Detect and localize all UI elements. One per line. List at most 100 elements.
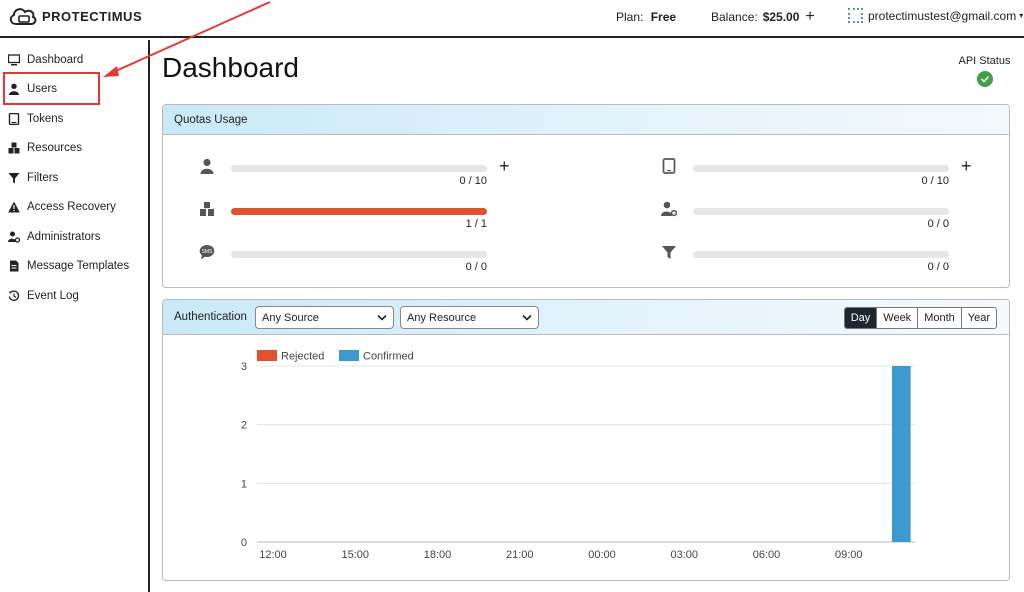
plan-label: Plan: bbox=[616, 10, 644, 24]
legend-label-confirmed: Confirmed bbox=[363, 351, 414, 363]
x-tick-label: 12:00 bbox=[259, 549, 287, 561]
sidebar-item-label: Tokens bbox=[27, 112, 64, 125]
avatar bbox=[848, 8, 863, 23]
y-tick-label: 3 bbox=[241, 361, 247, 373]
quota-tokens: 0 / 10 + bbox=[661, 156, 981, 190]
user-icon bbox=[200, 158, 214, 174]
x-tick-label: 03:00 bbox=[670, 549, 698, 561]
warning-icon bbox=[8, 201, 20, 213]
caret-down-icon: ▾ bbox=[1019, 11, 1024, 20]
sidebar-item-filters[interactable]: Filters bbox=[0, 163, 148, 193]
sidebar: Dashboard Users Tokens Resources Filters… bbox=[0, 40, 150, 592]
user-gear-icon bbox=[661, 201, 677, 217]
sidebar-item-event-log[interactable]: Event Log bbox=[0, 281, 148, 311]
resource-select-value: Any Resource bbox=[407, 311, 477, 324]
quotas-panel-title: Quotas Usage bbox=[174, 113, 248, 126]
quota-value: 1 / 1 bbox=[465, 218, 487, 230]
account-email: protectimustest@gmail.com bbox=[868, 8, 1017, 23]
cubes-icon bbox=[8, 142, 20, 154]
filter-icon bbox=[662, 246, 676, 259]
add-balance-button[interactable]: + bbox=[805, 9, 814, 25]
cloud-lock-logo-icon bbox=[9, 8, 37, 25]
x-tick-label: 09:00 bbox=[835, 549, 863, 561]
plan-indicator: Plan: Free bbox=[616, 10, 676, 24]
bar-confirmed bbox=[891, 366, 911, 542]
page-title: Dashboard bbox=[162, 52, 299, 83]
quota-value: 0 / 0 bbox=[465, 261, 487, 273]
quota-resources: 1 / 1 bbox=[199, 202, 519, 233]
period-week-button[interactable]: Week bbox=[876, 308, 918, 328]
chevron-down-icon bbox=[522, 314, 532, 321]
sidebar-item-label: Event Log bbox=[27, 289, 79, 302]
x-tick-label: 06:00 bbox=[753, 549, 781, 561]
resource-select[interactable]: Any Resource bbox=[400, 306, 539, 329]
check-circle-icon bbox=[976, 71, 993, 87]
quota-value: 0 / 10 bbox=[459, 175, 487, 187]
cubes-icon bbox=[200, 202, 214, 216]
sidebar-item-administrators[interactable]: Administrators bbox=[0, 222, 148, 252]
balance-label: Balance: bbox=[711, 10, 758, 24]
legend-swatch-rejected bbox=[257, 350, 277, 361]
quota-progress-bar bbox=[693, 165, 949, 172]
quota-value: 0 / 10 bbox=[921, 175, 949, 187]
sidebar-item-tokens[interactable]: Tokens bbox=[0, 104, 148, 134]
add-quota-users-button[interactable]: + bbox=[499, 156, 510, 177]
x-tick-label: 18:00 bbox=[424, 549, 452, 561]
sidebar-item-label: Dashboard bbox=[27, 53, 84, 66]
quota-progress-bar bbox=[231, 208, 487, 215]
authentication-panel: Authentication Any Source Any Resource D… bbox=[162, 299, 1010, 581]
sidebar-item-resources[interactable]: Resources bbox=[0, 134, 148, 164]
period-year-button[interactable]: Year bbox=[960, 308, 996, 328]
add-quota-tokens-button[interactable]: + bbox=[961, 156, 972, 177]
x-tick-label: 00:00 bbox=[588, 549, 616, 561]
quota-progress-bar bbox=[693, 251, 949, 258]
sidebar-item-message-templates[interactable]: Message Templates bbox=[0, 252, 148, 282]
legend-swatch-confirmed bbox=[339, 350, 359, 361]
sms-icon: SMS bbox=[199, 245, 215, 260]
quota-progress-fill bbox=[231, 208, 487, 215]
source-select[interactable]: Any Source bbox=[255, 306, 394, 329]
source-select-value: Any Source bbox=[262, 311, 319, 324]
authentication-panel-title: Authentication bbox=[174, 311, 247, 323]
sidebar-item-label: Message Templates bbox=[27, 260, 130, 273]
legend-label-rejected: Rejected bbox=[281, 351, 324, 363]
sidebar-item-label: Access Recovery bbox=[27, 201, 116, 214]
filter-icon bbox=[8, 172, 20, 184]
authentication-chart: Rejected Confirmed 0 1 2 3 12:00 15:00 18:00 21:0… bbox=[241, 350, 915, 561]
api-status-label: API Status bbox=[958, 55, 1011, 67]
svg-text:SMS: SMS bbox=[202, 249, 214, 255]
sidebar-item-label: Administrators bbox=[27, 230, 101, 243]
quotas-panel: Quotas Usage 0 / 10 +0 / 10 +1 / 1 0 / 0 SMS… bbox=[162, 104, 1010, 288]
y-tick-label: 1 bbox=[241, 478, 247, 490]
quota-administrators: 0 / 0 bbox=[661, 201, 981, 233]
api-status: API Status bbox=[957, 55, 1012, 87]
sidebar-item-label: Filters bbox=[27, 171, 59, 184]
user-gear-icon bbox=[8, 231, 20, 243]
account-menu[interactable]: protectimustest@gmail.com ▾ bbox=[848, 8, 1023, 23]
tablet-icon bbox=[8, 112, 20, 125]
y-tick-label: 0 bbox=[241, 537, 247, 549]
sidebar-item-access-recovery[interactable]: Access Recovery bbox=[0, 193, 148, 223]
period-day-button[interactable]: Day bbox=[844, 308, 877, 328]
period-selector: Day Week Month Year bbox=[843, 307, 997, 329]
balance-value: $25.00 bbox=[762, 10, 800, 24]
quota-progress-bar bbox=[693, 208, 949, 215]
sidebar-item-label: Resources bbox=[27, 142, 82, 155]
main-content: Dashboard API Status Quotas Usage 0 / 10… bbox=[162, 40, 1012, 592]
document-icon bbox=[10, 260, 19, 272]
annotation-highlight-box bbox=[3, 72, 100, 105]
quota-users: 0 / 10 + bbox=[199, 156, 519, 190]
y-tick-label: 2 bbox=[241, 420, 247, 432]
chevron-down-icon bbox=[377, 314, 387, 321]
x-tick-label: 15:00 bbox=[341, 549, 369, 561]
balance-indicator: Balance: $25.00 + bbox=[711, 9, 815, 25]
history-icon bbox=[8, 290, 20, 301]
monitor-icon bbox=[8, 54, 20, 66]
tablet-icon bbox=[662, 158, 676, 174]
quota-value: 0 / 0 bbox=[927, 261, 949, 273]
period-month-button[interactable]: Month bbox=[917, 308, 961, 328]
quota-progress-bar bbox=[231, 251, 487, 258]
quota-value: 0 / 0 bbox=[927, 218, 949, 230]
quota-progress-bar bbox=[231, 165, 487, 172]
x-tick-label: 21:00 bbox=[506, 549, 534, 561]
